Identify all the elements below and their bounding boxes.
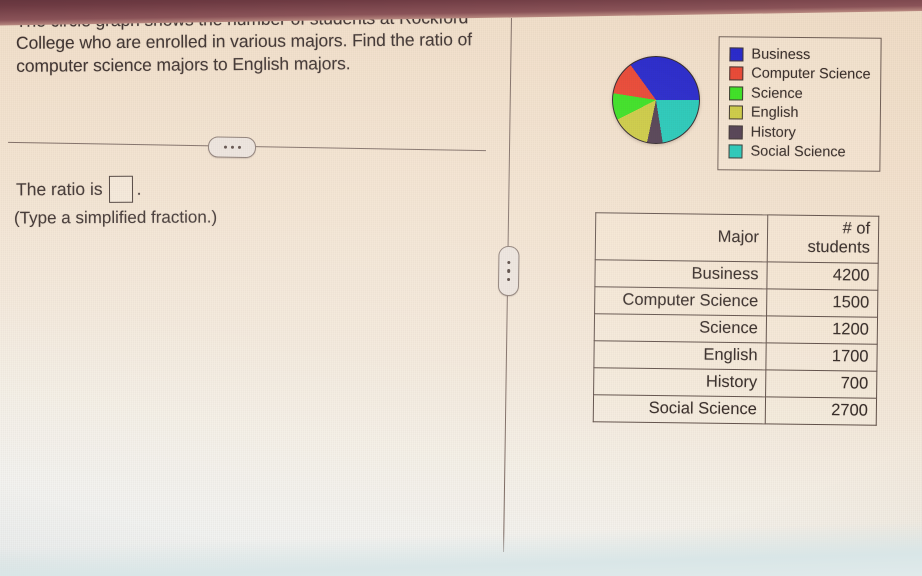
legend-swatch-social-science	[728, 144, 743, 159]
answer-period: .	[136, 178, 142, 199]
legend-item-english: English	[728, 103, 872, 124]
legend-item-social-science: Social Science	[728, 142, 871, 163]
answer-input[interactable]	[108, 175, 133, 203]
ellipsis-dot	[507, 260, 511, 265]
section-divider	[8, 131, 486, 163]
legend-swatch-business	[729, 47, 744, 62]
column-header-major: Major	[595, 212, 768, 262]
ellipsis-dot	[223, 145, 227, 149]
table-row: Science 1200	[594, 313, 878, 345]
cell-students: 700	[765, 369, 877, 399]
table-header-row: Major # of students	[595, 212, 879, 264]
cell-major: Social Science	[593, 394, 766, 424]
table-row: Computer Science 1500	[594, 286, 878, 318]
answer-row: The ratio is .	[15, 175, 142, 204]
cell-students: 1500	[766, 288, 878, 318]
problem-screenshot: The circle graph shows the number of stu…	[0, 0, 922, 576]
cell-students: 1200	[766, 315, 878, 345]
problem-pane: The circle graph shows the number of stu…	[0, 0, 500, 576]
ellipsis-dot	[506, 277, 511, 282]
legend-label-social-science: Social Science	[750, 143, 846, 161]
ellipsis-dot	[237, 145, 241, 149]
legend-label-history: History	[750, 124, 796, 141]
majors-table: Major # of students Business 4200 Comput…	[592, 212, 880, 426]
cell-major: Science	[594, 313, 767, 343]
table-row: Business 4200	[594, 259, 879, 291]
legend-swatch-computer-science	[729, 66, 744, 81]
table-row: English 1700	[593, 340, 878, 372]
ellipsis-icon[interactable]	[207, 136, 257, 159]
legend-label-computer-science: Computer Science	[751, 65, 871, 83]
data-table-wrap: Major # of students Business 4200 Comput…	[592, 212, 880, 426]
answer-format-hint: (Type a simplified fraction.)	[13, 207, 218, 228]
legend-label-science: Science	[751, 85, 803, 102]
legend-label-business: Business	[751, 46, 811, 63]
ellipsis-dot	[506, 269, 511, 273]
legend-item-business: Business	[729, 44, 872, 65]
table-row: History 700	[593, 367, 877, 399]
cell-students: 1700	[765, 342, 878, 372]
table-row: Social Science 2700	[593, 394, 877, 426]
vertical-ellipsis-icon[interactable]	[497, 245, 520, 297]
legend-item-computer-science: Computer Science	[729, 64, 872, 85]
legend-swatch-science	[729, 86, 744, 101]
cell-students: 2700	[765, 396, 877, 426]
cell-major: Computer Science	[594, 286, 767, 316]
cell-major: Business	[594, 259, 768, 289]
answer-label: The ratio is	[15, 178, 103, 200]
legend-label-english: English	[750, 104, 799, 122]
legend-swatch-history	[728, 125, 743, 140]
legend-swatch-english	[728, 105, 743, 120]
pie-chart	[612, 56, 700, 144]
column-header-students: # of students	[767, 214, 879, 264]
circle-graph	[612, 56, 700, 144]
legend-item-history: History	[728, 122, 872, 143]
cell-major: English	[593, 340, 767, 370]
chart-legend: Business Computer Science Science Englis…	[717, 36, 882, 172]
cell-students: 4200	[766, 261, 879, 291]
cell-major: History	[593, 367, 766, 397]
legend-item-science: Science	[729, 83, 872, 104]
figure-pane: Business Computer Science Science Englis…	[520, 0, 922, 576]
ellipsis-dot	[230, 145, 234, 149]
